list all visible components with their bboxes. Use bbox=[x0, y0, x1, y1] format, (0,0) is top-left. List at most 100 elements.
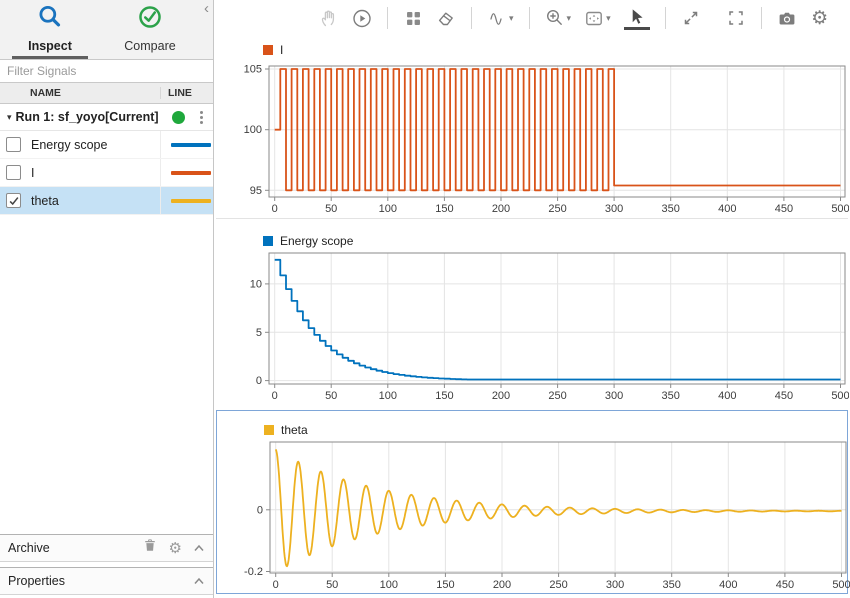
svg-text:0: 0 bbox=[256, 375, 262, 387]
subplot-energy-scope: Energy scope 050100150200250300350400450… bbox=[216, 218, 848, 410]
name-column-header: NAME bbox=[0, 87, 160, 99]
svg-text:300: 300 bbox=[605, 203, 623, 212]
chart-energy-scope[interactable]: 0501001502002503003504004505000510 bbox=[216, 251, 849, 403]
svg-text:200: 200 bbox=[492, 390, 510, 402]
run-row[interactable]: ▾ Run 1: sf_yoyo[Current] bbox=[0, 104, 213, 131]
legend: I bbox=[263, 40, 848, 60]
chart-theta[interactable]: 050100150200250300350400450500-0.20 bbox=[217, 440, 850, 595]
svg-text:450: 450 bbox=[775, 203, 793, 212]
legend-swatch bbox=[263, 236, 273, 246]
properties-panel-bar[interactable]: Properties bbox=[0, 567, 213, 595]
zoom-in-icon bbox=[545, 8, 565, 28]
compare-check-circle-icon bbox=[137, 4, 163, 35]
archive-panel-bar[interactable]: Archive ⚙ bbox=[0, 534, 213, 562]
svg-text:500: 500 bbox=[832, 579, 850, 591]
svg-text:300: 300 bbox=[606, 579, 624, 591]
sidebar: Inspect Compare ‹ NAME LINE ▾ Run 1: sf_… bbox=[0, 0, 214, 598]
svg-text:150: 150 bbox=[436, 579, 454, 591]
collapse-sidebar-icon[interactable]: ‹ bbox=[204, 1, 209, 16]
snapshot-camera-icon[interactable] bbox=[777, 8, 797, 28]
signal-checkbox-theta[interactable] bbox=[6, 193, 21, 208]
signal-wave-icon bbox=[487, 8, 507, 28]
svg-text:50: 50 bbox=[325, 390, 337, 402]
sidebar-tabstrip: Inspect Compare ‹ bbox=[0, 0, 213, 60]
svg-text:300: 300 bbox=[605, 390, 623, 402]
fullscreen-icon[interactable] bbox=[726, 8, 746, 28]
filter-signals-input[interactable] bbox=[0, 60, 213, 83]
svg-text:500: 500 bbox=[831, 203, 849, 212]
svg-text:50: 50 bbox=[326, 579, 338, 591]
signal-name: I bbox=[31, 166, 160, 180]
archive-label: Archive bbox=[8, 541, 142, 555]
svg-text:350: 350 bbox=[662, 390, 680, 402]
clear-plots-eraser-icon[interactable] bbox=[436, 8, 456, 28]
svg-text:100: 100 bbox=[380, 579, 398, 591]
caret-down-icon: ▾ bbox=[606, 13, 611, 24]
svg-text:0: 0 bbox=[273, 579, 279, 591]
fit-to-view-menu[interactable]: ▾ bbox=[584, 8, 611, 28]
plot-panel: ▾ ▾ bbox=[215, 0, 850, 598]
run-menu-icon[interactable] bbox=[194, 110, 208, 125]
plot-toolbar: ▾ ▾ bbox=[215, 0, 850, 36]
trash-icon[interactable] bbox=[142, 537, 158, 559]
tab-compare[interactable]: Compare bbox=[98, 0, 202, 59]
svg-text:250: 250 bbox=[548, 203, 566, 212]
svg-text:150: 150 bbox=[435, 203, 453, 212]
run-label: Run 1: sf_yoyo[Current] bbox=[16, 110, 168, 124]
svg-text:400: 400 bbox=[719, 579, 737, 591]
signal-name: Energy scope bbox=[31, 138, 160, 152]
run-expander-icon[interactable]: ▾ bbox=[7, 112, 12, 123]
settings-gear-icon[interactable]: ⚙ bbox=[810, 8, 830, 28]
svg-text:100: 100 bbox=[379, 390, 397, 402]
tab-inspect[interactable]: Inspect bbox=[2, 0, 98, 59]
svg-text:450: 450 bbox=[776, 579, 794, 591]
simulation-data-inspector: Inspect Compare ‹ NAME LINE ▾ Run 1: sf_… bbox=[0, 0, 850, 598]
legend-label: Energy scope bbox=[280, 234, 353, 248]
pointer-tool-button[interactable] bbox=[624, 7, 650, 30]
svg-text:100: 100 bbox=[379, 203, 397, 212]
signal-cursor-menu[interactable]: ▾ bbox=[487, 8, 514, 28]
tab-compare-label: Compare bbox=[124, 39, 175, 53]
signal-line-swatch bbox=[171, 171, 211, 175]
legend-swatch bbox=[263, 45, 273, 55]
legend-label: I bbox=[280, 43, 283, 57]
svg-text:95: 95 bbox=[250, 185, 262, 197]
svg-text:0: 0 bbox=[272, 390, 278, 402]
svg-text:50: 50 bbox=[325, 203, 337, 212]
signal-list-empty-area bbox=[0, 215, 213, 534]
svg-text:100: 100 bbox=[244, 124, 262, 136]
svg-text:350: 350 bbox=[663, 579, 681, 591]
legend: theta bbox=[264, 420, 847, 440]
properties-label: Properties bbox=[8, 574, 193, 588]
caret-down-icon: ▾ bbox=[567, 13, 572, 24]
signal-checkbox-i[interactable] bbox=[6, 165, 21, 180]
svg-text:5: 5 bbox=[256, 327, 262, 339]
expand-plot-icon[interactable] bbox=[681, 8, 701, 28]
svg-text:250: 250 bbox=[548, 390, 566, 402]
svg-text:400: 400 bbox=[718, 203, 736, 212]
zoom-in-menu[interactable]: ▾ bbox=[545, 8, 572, 28]
svg-text:0: 0 bbox=[272, 203, 278, 212]
legend-swatch bbox=[264, 425, 274, 435]
pointer-arrow-icon bbox=[627, 7, 647, 27]
tab-inspect-label: Inspect bbox=[28, 39, 72, 53]
properties-collapse-chevron-icon[interactable] bbox=[193, 572, 205, 590]
signal-line-swatch bbox=[171, 199, 211, 203]
archive-settings-gear-icon[interactable]: ⚙ bbox=[169, 541, 182, 556]
signal-table-header: NAME LINE bbox=[0, 83, 213, 104]
legend: Energy scope bbox=[263, 231, 848, 251]
fit-to-view-icon bbox=[584, 8, 604, 28]
caret-down-icon: ▾ bbox=[509, 13, 514, 24]
chart-i[interactable]: 05010015020025030035040045050095100105 bbox=[216, 60, 849, 212]
signal-line-swatch bbox=[171, 143, 211, 147]
archive-collapse-chevron-icon[interactable] bbox=[193, 539, 205, 557]
signal-row-energy-scope[interactable]: Energy scope bbox=[0, 131, 213, 159]
layout-grid-icon[interactable] bbox=[403, 8, 423, 28]
signal-row-i[interactable]: I bbox=[0, 159, 213, 187]
svg-text:350: 350 bbox=[662, 203, 680, 212]
pan-hand-icon[interactable] bbox=[319, 8, 339, 28]
signal-checkbox-energy-scope[interactable] bbox=[6, 137, 21, 152]
replay-icon[interactable] bbox=[352, 8, 372, 28]
signal-row-theta[interactable]: theta bbox=[0, 187, 213, 215]
svg-text:-0.2: -0.2 bbox=[244, 566, 263, 578]
